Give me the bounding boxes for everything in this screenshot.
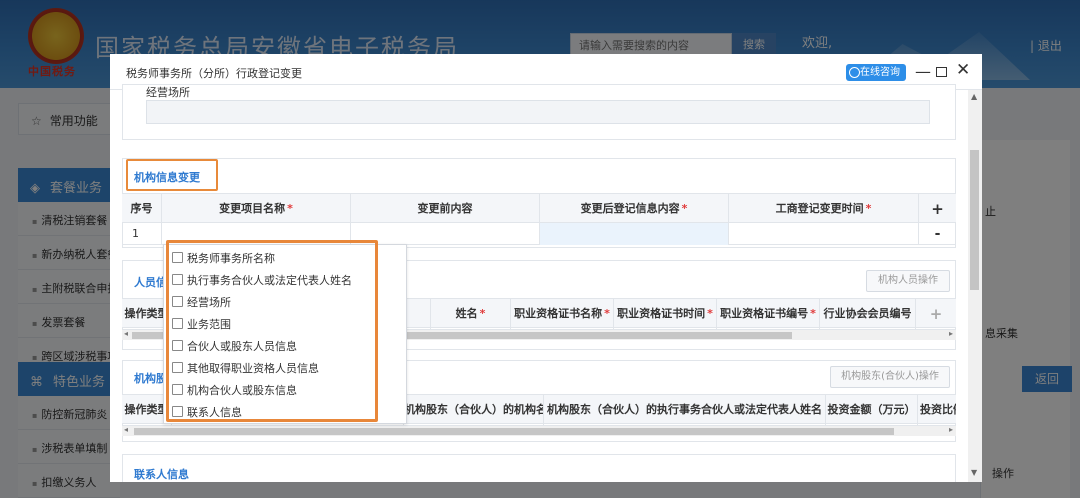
- col-label: 机构股东（合伙人）的执行事务合伙人或法定代表人姓名: [547, 403, 822, 416]
- required-mark: *: [865, 202, 872, 215]
- dropdown-option[interactable]: 机构合伙人或股东信息: [172, 382, 297, 402]
- required-mark: *: [604, 307, 610, 320]
- option-label: 联系人信息: [187, 406, 242, 419]
- required-mark: *: [287, 202, 293, 215]
- col-label: 投资比例: [920, 403, 956, 416]
- col-label: 变更前内容: [417, 202, 473, 215]
- dropdown-option[interactable]: 经营场所: [172, 294, 231, 314]
- required-mark: *: [707, 307, 713, 320]
- maximize-icon[interactable]: [936, 67, 947, 77]
- col-label: 机构股东（合伙人）的机构名称: [404, 403, 544, 416]
- col-name: 姓名 *: [431, 299, 511, 329]
- col-after: 变更后登记信息内容 *: [540, 194, 729, 224]
- col-label: 序号: [130, 202, 153, 215]
- required-mark: *: [810, 307, 816, 320]
- col-label: 操作类型: [124, 403, 169, 416]
- col-seq: 序号: [122, 194, 162, 224]
- online-consult-button[interactable]: 在线咨询: [846, 64, 906, 81]
- checkbox[interactable]: [172, 252, 183, 263]
- col-label: 投资金额（万元）: [827, 403, 916, 416]
- scroll-up-icon[interactable]: ▲: [971, 92, 977, 101]
- dropdown-option[interactable]: 税务师事务所名称: [172, 250, 275, 270]
- col-label: 工商登记变更时间: [775, 202, 864, 215]
- time-field[interactable]: [729, 223, 919, 245]
- before-field: [351, 223, 540, 245]
- org-change-highlight: [126, 159, 218, 191]
- required-mark: *: [681, 202, 688, 215]
- checkbox[interactable]: [172, 318, 183, 329]
- add-row-button[interactable]: +: [919, 194, 956, 224]
- scroll-right-icon[interactable]: ▸: [949, 329, 953, 338]
- scrollbar-thumb[interactable]: [970, 150, 979, 290]
- person-action-button[interactable]: 机构人员操作: [866, 270, 950, 292]
- col-ratio: 投资比例: [918, 395, 956, 425]
- dropdown-option[interactable]: 合伙人或股东人员信息: [172, 338, 297, 358]
- checkbox[interactable]: [172, 274, 183, 285]
- dialog-scrollbar[interactable]: ▲ ▼: [968, 90, 982, 482]
- col-label: 职业资格证书名称: [514, 307, 603, 320]
- col-org-name: 机构股东（合伙人）的机构名称: [404, 395, 544, 425]
- checkbox[interactable]: [172, 362, 183, 373]
- col-label: 操作类型: [124, 307, 169, 320]
- col-cert-time: 职业资格证书时间 *: [614, 299, 717, 329]
- option-label: 执行事务合伙人或法定代表人姓名: [187, 274, 352, 287]
- checkbox[interactable]: [172, 340, 183, 351]
- col-time: 工商登记变更时间 *: [729, 194, 919, 224]
- dropdown-option[interactable]: 联系人信息: [172, 404, 242, 424]
- contact-info-card: [122, 454, 956, 482]
- org-change-table-header: 序号 变更项目名称 * 变更前内容 变更后登记信息内容 * 工商登记变更时间 * +: [122, 193, 956, 224]
- dropdown-option[interactable]: 业务范围: [172, 316, 231, 336]
- scroll-right-icon[interactable]: ▸: [949, 425, 953, 434]
- business-place-label: 经营场所: [146, 86, 190, 99]
- option-label: 业务范围: [187, 318, 231, 331]
- scroll-left-icon[interactable]: ◂: [124, 329, 128, 338]
- contact-info-title: 联系人信息: [134, 468, 189, 481]
- col-cert-no: 职业资格证书编号 *: [717, 299, 820, 329]
- scrollbar-thumb[interactable]: [134, 428, 894, 435]
- dialog-title: 税务师事务所（分所）行政登记变更: [126, 67, 302, 80]
- col-amount: 投资金额（万元）: [826, 395, 918, 425]
- col-label: 姓名: [455, 307, 478, 320]
- business-place-field[interactable]: [146, 100, 930, 124]
- col-label: 职业资格证书编号: [720, 307, 809, 320]
- col-exec-partner: 机构股东（合伙人）的执行事务合伙人或法定代表人姓名: [544, 395, 826, 425]
- checkbox[interactable]: [172, 296, 183, 307]
- col-before: 变更前内容: [351, 194, 540, 224]
- option-label: 税务师事务所名称: [187, 252, 275, 265]
- shareholder-action-button[interactable]: 机构股东(合伙人)操作: [830, 366, 950, 388]
- scroll-left-icon[interactable]: ◂: [124, 425, 128, 434]
- option-label: 经营场所: [187, 296, 231, 309]
- col-label: 变更后登记信息内容: [580, 202, 680, 215]
- required-mark: *: [479, 307, 486, 320]
- row-seq: 1: [122, 223, 162, 245]
- checkbox[interactable]: [172, 384, 183, 395]
- col-label: 变更项目名称: [219, 202, 286, 215]
- scroll-down-icon[interactable]: ▼: [971, 468, 977, 477]
- col-cert-name: 职业资格证书名称 *: [511, 299, 614, 329]
- shareholder-table-scrollbar[interactable]: ◂ ▸: [122, 425, 956, 436]
- minimize-icon[interactable]: —: [915, 62, 931, 81]
- col-member-no: 行业协会会员编号: [820, 299, 916, 329]
- remove-row-button[interactable]: -: [919, 223, 956, 245]
- dropdown-option[interactable]: 执行事务合伙人或法定代表人姓名: [172, 272, 352, 292]
- option-label: 其他取得职业资格人员信息: [187, 362, 319, 375]
- add-person-button[interactable]: +: [916, 299, 956, 329]
- col-label: 行业协会会员编号: [823, 307, 912, 320]
- col-label: 职业资格证书时间: [617, 307, 706, 320]
- option-label: 机构合伙人或股东信息: [187, 384, 297, 397]
- checkbox[interactable]: [172, 406, 183, 417]
- dropdown-option[interactable]: 其他取得职业资格人员信息: [172, 360, 319, 380]
- col-item: 变更项目名称 *: [162, 194, 351, 224]
- after-field[interactable]: [540, 223, 729, 245]
- close-icon[interactable]: ✕: [956, 60, 970, 80]
- option-label: 合伙人或股东人员信息: [187, 340, 297, 353]
